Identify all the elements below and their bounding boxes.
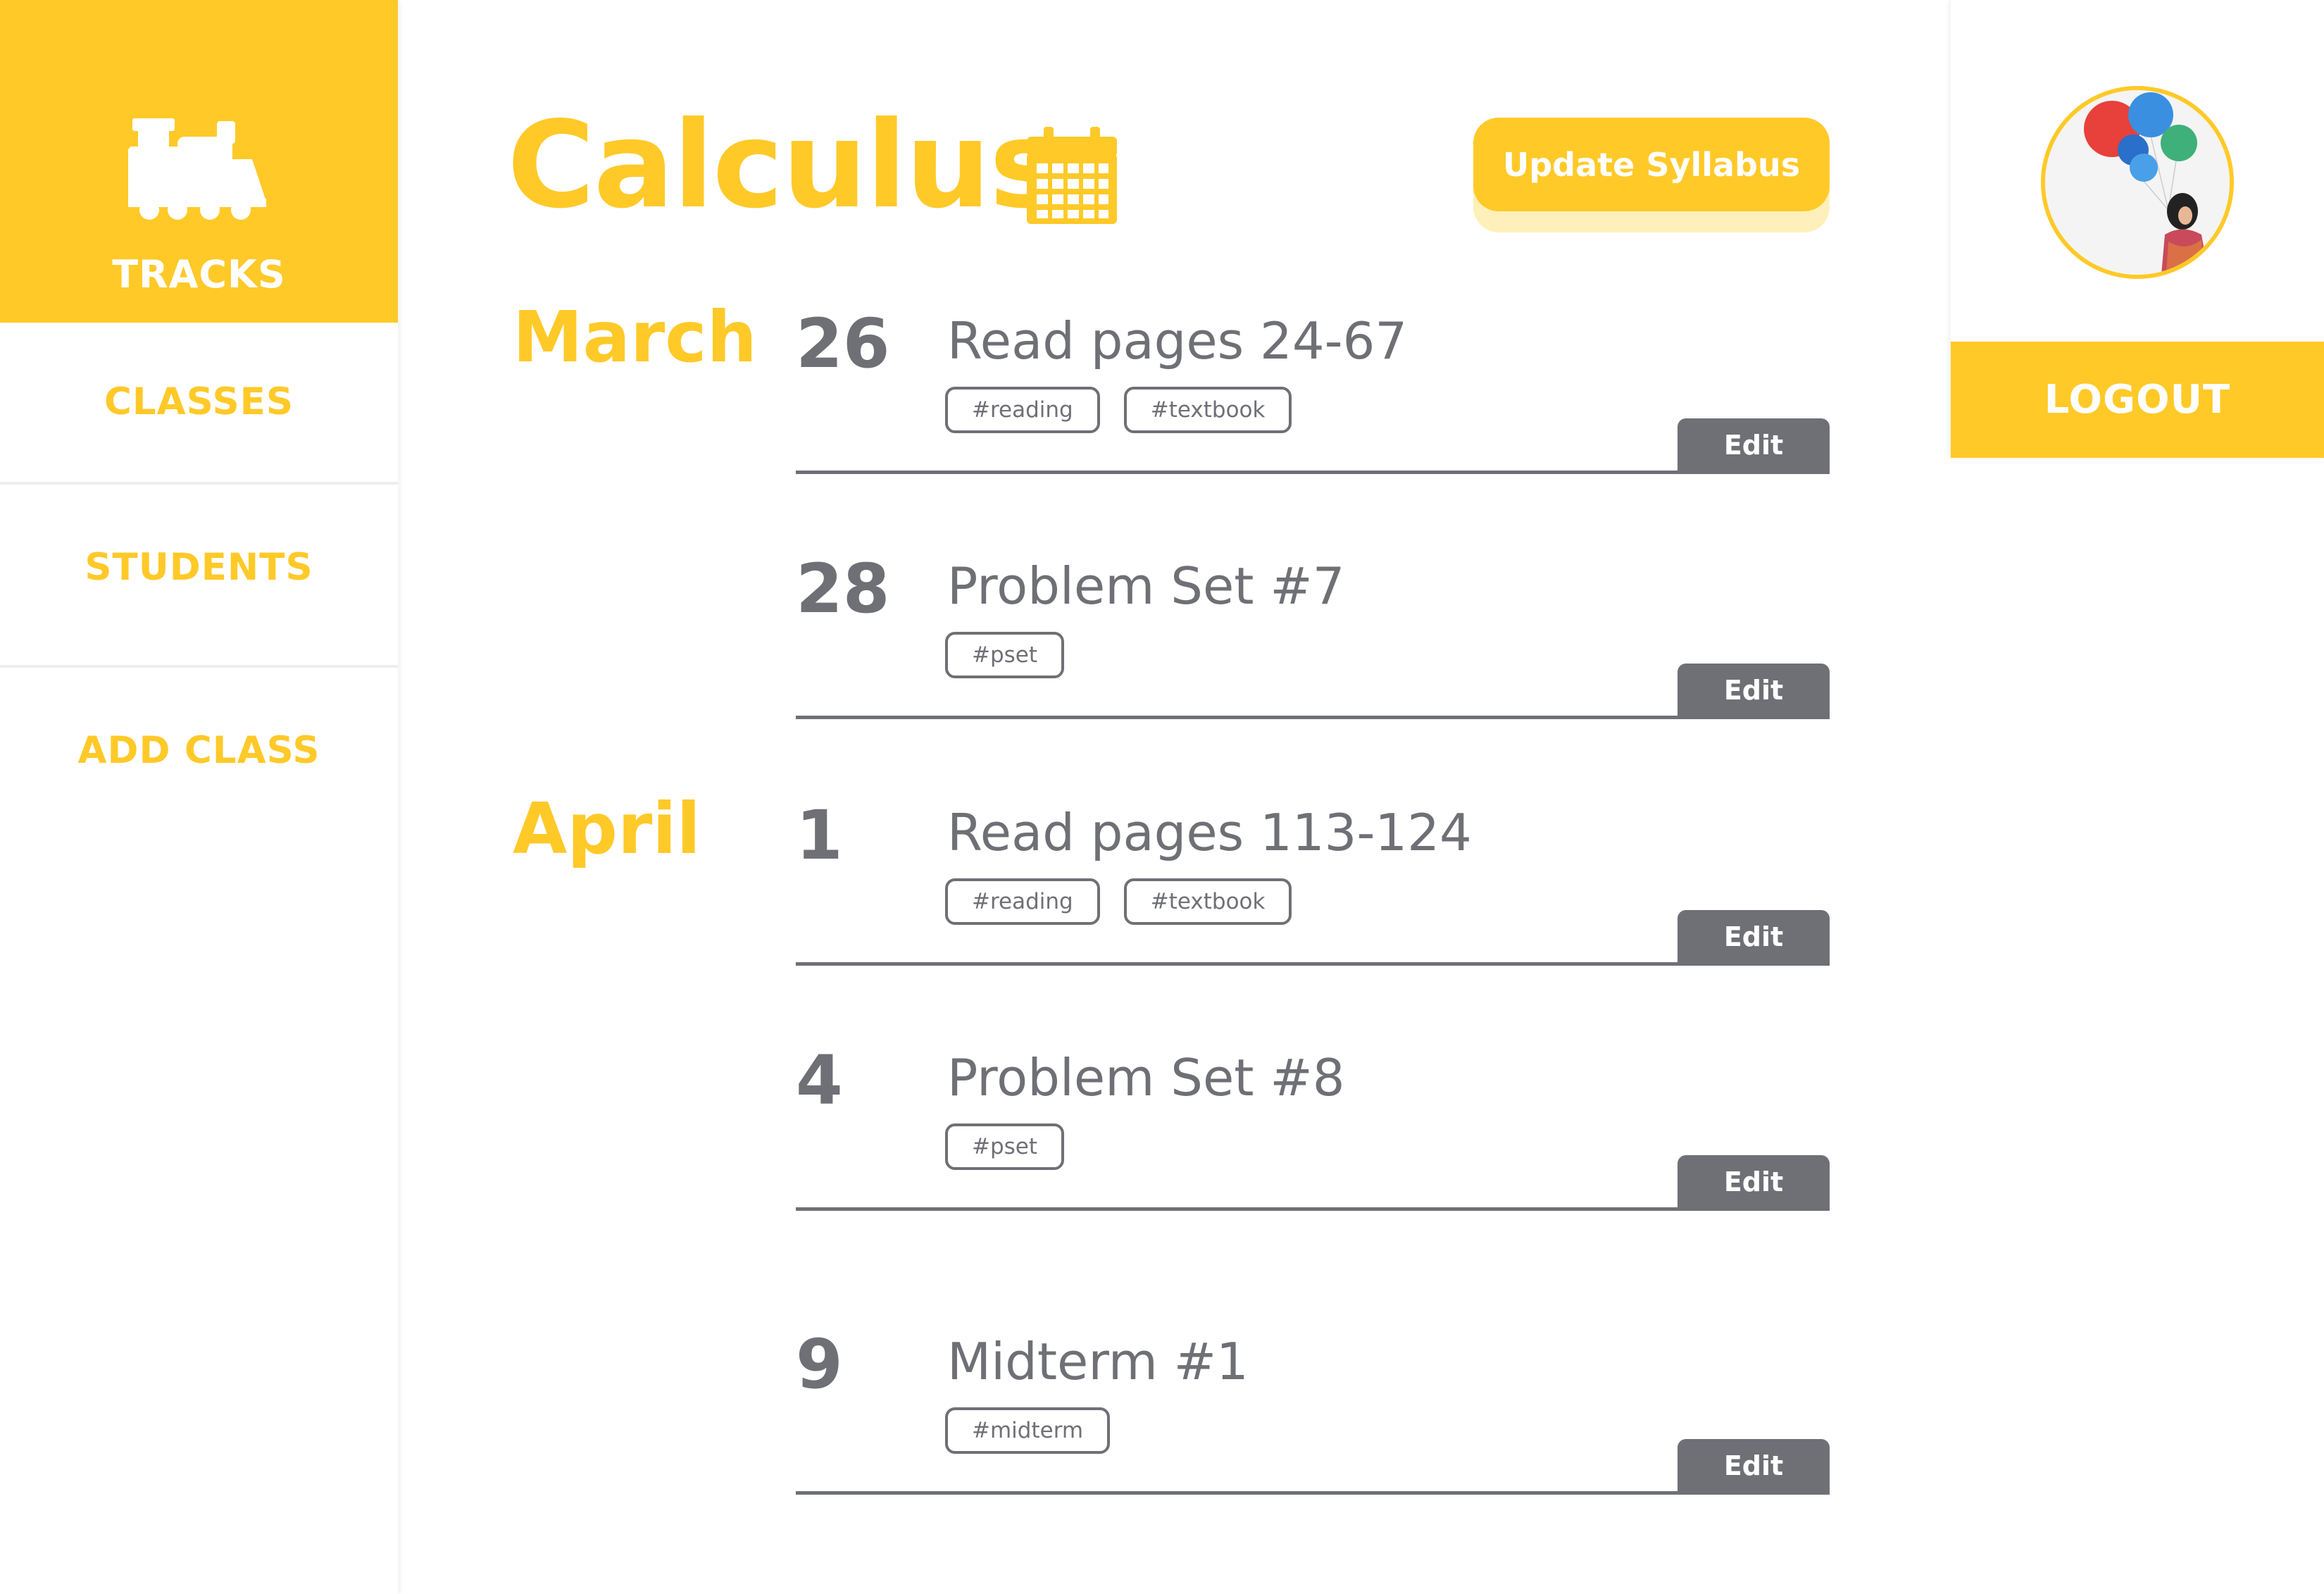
month-label-april: April	[513, 787, 701, 870]
sidebar: TRACKS CLASSES STUDENTS ADD CLASS	[0, 0, 398, 1594]
sidebar-divider	[0, 665, 398, 668]
entry-day: 26	[796, 304, 890, 383]
avatar[interactable]	[2041, 86, 2234, 279]
entry-title: Read pages 24-67	[947, 311, 1408, 371]
entry-day: 9	[796, 1325, 843, 1404]
tag[interactable]: #pset	[945, 632, 1065, 678]
entry-title: Problem Set #8	[947, 1048, 1345, 1107]
sidebar-item-add-class[interactable]: ADD CLASS	[0, 729, 398, 772]
brand-logo[interactable]: TRACKS	[0, 0, 398, 323]
syllabus-entry: 28 Problem Set #7 #pset Edit	[796, 549, 1830, 795]
edit-button[interactable]: Edit	[1678, 910, 1830, 964]
tag-list: #pset	[945, 1123, 1065, 1170]
brand-label: TRACKS	[112, 252, 286, 297]
logout-button[interactable]: LOGOUT	[1951, 342, 2324, 458]
sidebar-item-students[interactable]: STUDENTS	[0, 546, 398, 589]
entry-divider	[796, 962, 1830, 966]
tag-list: #pset	[945, 632, 1065, 678]
entry-divider	[796, 716, 1830, 719]
sidebar-divider	[0, 482, 398, 485]
edit-button[interactable]: Edit	[1678, 418, 1830, 472]
tag[interactable]: #reading	[945, 878, 1100, 925]
calendar-icon[interactable]	[1027, 127, 1117, 224]
train-icon	[128, 118, 266, 220]
month-label-march: March	[513, 296, 757, 378]
tag[interactable]: #reading	[945, 387, 1100, 433]
edit-button[interactable]: Edit	[1678, 1155, 1830, 1209]
entry-divider	[796, 1207, 1830, 1211]
entry-divider	[796, 1491, 1830, 1495]
syllabus-entry: 4 Problem Set #8 #pset Edit	[796, 1041, 1830, 1286]
syllabus-entry: 9 Midterm #1 #midterm Edit	[796, 1325, 1830, 1570]
sidebar-item-classes[interactable]: CLASSES	[0, 380, 398, 423]
avatar-photo	[2045, 90, 2230, 275]
entry-title: Problem Set #7	[947, 556, 1345, 616]
entry-day: 1	[796, 796, 843, 875]
edit-button[interactable]: Edit	[1678, 664, 1830, 717]
update-syllabus-button[interactable]: Update Syllabus	[1473, 118, 1830, 211]
tag-list: #reading #textbook	[945, 878, 1292, 925]
page-title: Calculus	[507, 96, 1061, 235]
tag[interactable]: #midterm	[945, 1407, 1111, 1454]
entry-day: 28	[796, 549, 890, 628]
tag[interactable]: #textbook	[1123, 878, 1292, 925]
entry-title: Read pages 113-124	[947, 803, 1472, 862]
tag[interactable]: #textbook	[1123, 387, 1292, 433]
tag[interactable]: #pset	[945, 1123, 1065, 1170]
edit-button[interactable]: Edit	[1678, 1439, 1830, 1493]
entry-title: Midterm #1	[947, 1332, 1249, 1391]
entry-divider	[796, 471, 1830, 474]
entry-day: 4	[796, 1041, 843, 1120]
syllabus-entry: 26 Read pages 24-67 #reading #textbook E…	[796, 304, 1830, 549]
syllabus-entry: 1 Read pages 113-124 #reading #textbook …	[796, 796, 1830, 1041]
tag-list: #reading #textbook	[945, 387, 1292, 433]
tag-list: #midterm	[945, 1407, 1111, 1454]
